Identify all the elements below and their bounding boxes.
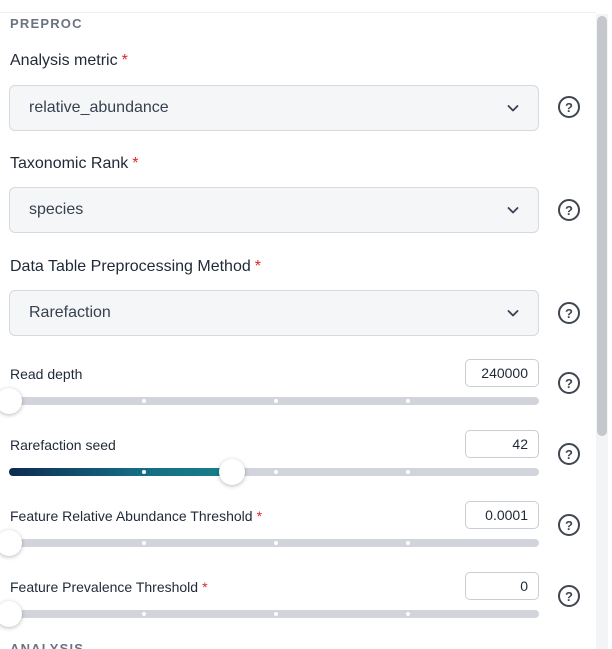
slider-tick (142, 399, 146, 403)
taxonomic-rank-label: Taxonomic Rank * (10, 155, 139, 173)
analysis-metric-select[interactable]: relative_abundance (9, 85, 539, 131)
required-marker: * (202, 579, 208, 595)
slider-tick (274, 470, 278, 474)
taxonomic-rank-value: species (29, 201, 84, 218)
analysis-metric-label: Analysis metric * (10, 52, 128, 70)
help-icon-feature-rel-abundance[interactable]: ? (558, 514, 580, 536)
read-depth-slider-track[interactable] (9, 397, 539, 405)
slider-fill (9, 468, 232, 476)
feature-prevalence-slider-thumb[interactable] (0, 601, 22, 627)
help-icon-preprocessing-method[interactable]: ? (558, 302, 580, 324)
taxonomic-rank-label-text: Taxonomic Rank (10, 155, 129, 172)
feature-rel-abundance-slider-thumb[interactable] (0, 530, 22, 556)
read-depth-slider-thumb[interactable] (0, 388, 22, 414)
rarefaction-seed-slider-thumb[interactable] (218, 459, 245, 485)
help-icon-rarefaction-seed[interactable]: ? (558, 443, 580, 465)
section-heading-analysis: ANALYSIS (10, 641, 85, 649)
read-depth-label-text: Read depth (10, 366, 83, 382)
help-icon-read-depth[interactable]: ? (558, 372, 580, 394)
slider-tick (142, 541, 146, 545)
help-icon-analysis-metric[interactable]: ? (558, 96, 580, 118)
required-marker: * (121, 52, 128, 69)
slider-tick (406, 470, 410, 474)
chevron-down-icon (506, 306, 520, 320)
scrollbar-thumb[interactable] (597, 16, 607, 436)
analysis-metric-value: relative_abundance (29, 99, 169, 116)
rarefaction-seed-label-text: Rarefaction seed (10, 437, 116, 453)
slider-tick (406, 399, 410, 403)
feature-prevalence-input[interactable] (465, 572, 539, 600)
rarefaction-seed-label: Rarefaction seed (10, 437, 116, 453)
preprocessing-method-select[interactable]: Rarefaction (9, 290, 539, 336)
chevron-down-icon (506, 101, 520, 115)
feature-prevalence-slider-track[interactable] (9, 610, 539, 618)
taxonomic-rank-select[interactable]: species (9, 187, 539, 233)
required-marker: * (132, 155, 139, 172)
feature-rel-abundance-input[interactable] (465, 501, 539, 529)
preprocessing-method-value: Rarefaction (29, 304, 111, 321)
preprocessing-method-label-text: Data Table Preprocessing Method (10, 258, 251, 275)
feature-rel-abundance-label: Feature Relative Abundance Threshold * (10, 508, 262, 524)
section-heading-preproc: PREPROC (10, 16, 83, 31)
feature-rel-abundance-slider-track[interactable] (9, 539, 539, 547)
help-icon-feature-prevalence[interactable]: ? (558, 585, 580, 607)
slider-tick (274, 399, 278, 403)
feature-prevalence-label-text: Feature Prevalence Threshold (10, 579, 199, 595)
required-marker: * (256, 508, 263, 524)
analysis-metric-label-text: Analysis metric (10, 52, 118, 69)
read-depth-label: Read depth (10, 366, 82, 382)
slider-tick (406, 541, 410, 545)
slider-tick (274, 541, 278, 545)
help-icon-taxonomic-rank[interactable]: ? (558, 199, 580, 221)
read-depth-input[interactable] (465, 359, 539, 387)
rarefaction-seed-input[interactable] (465, 430, 539, 458)
feature-rel-abundance-label-text: Feature Relative Abundance Threshold (10, 508, 253, 524)
slider-tick (406, 612, 410, 616)
rarefaction-seed-slider-track[interactable] (9, 468, 539, 476)
slider-tick (142, 470, 146, 474)
slider-tick (274, 612, 278, 616)
preprocessing-method-label: Data Table Preprocessing Method * (10, 258, 261, 276)
slider-tick (142, 612, 146, 616)
required-marker: * (254, 258, 261, 275)
chevron-down-icon (506, 203, 520, 217)
preproc-panel: PREPROC Analysis metric * relative_abunda… (0, 0, 612, 649)
divider (0, 12, 596, 13)
feature-prevalence-label: Feature Prevalence Threshold * (10, 579, 208, 595)
